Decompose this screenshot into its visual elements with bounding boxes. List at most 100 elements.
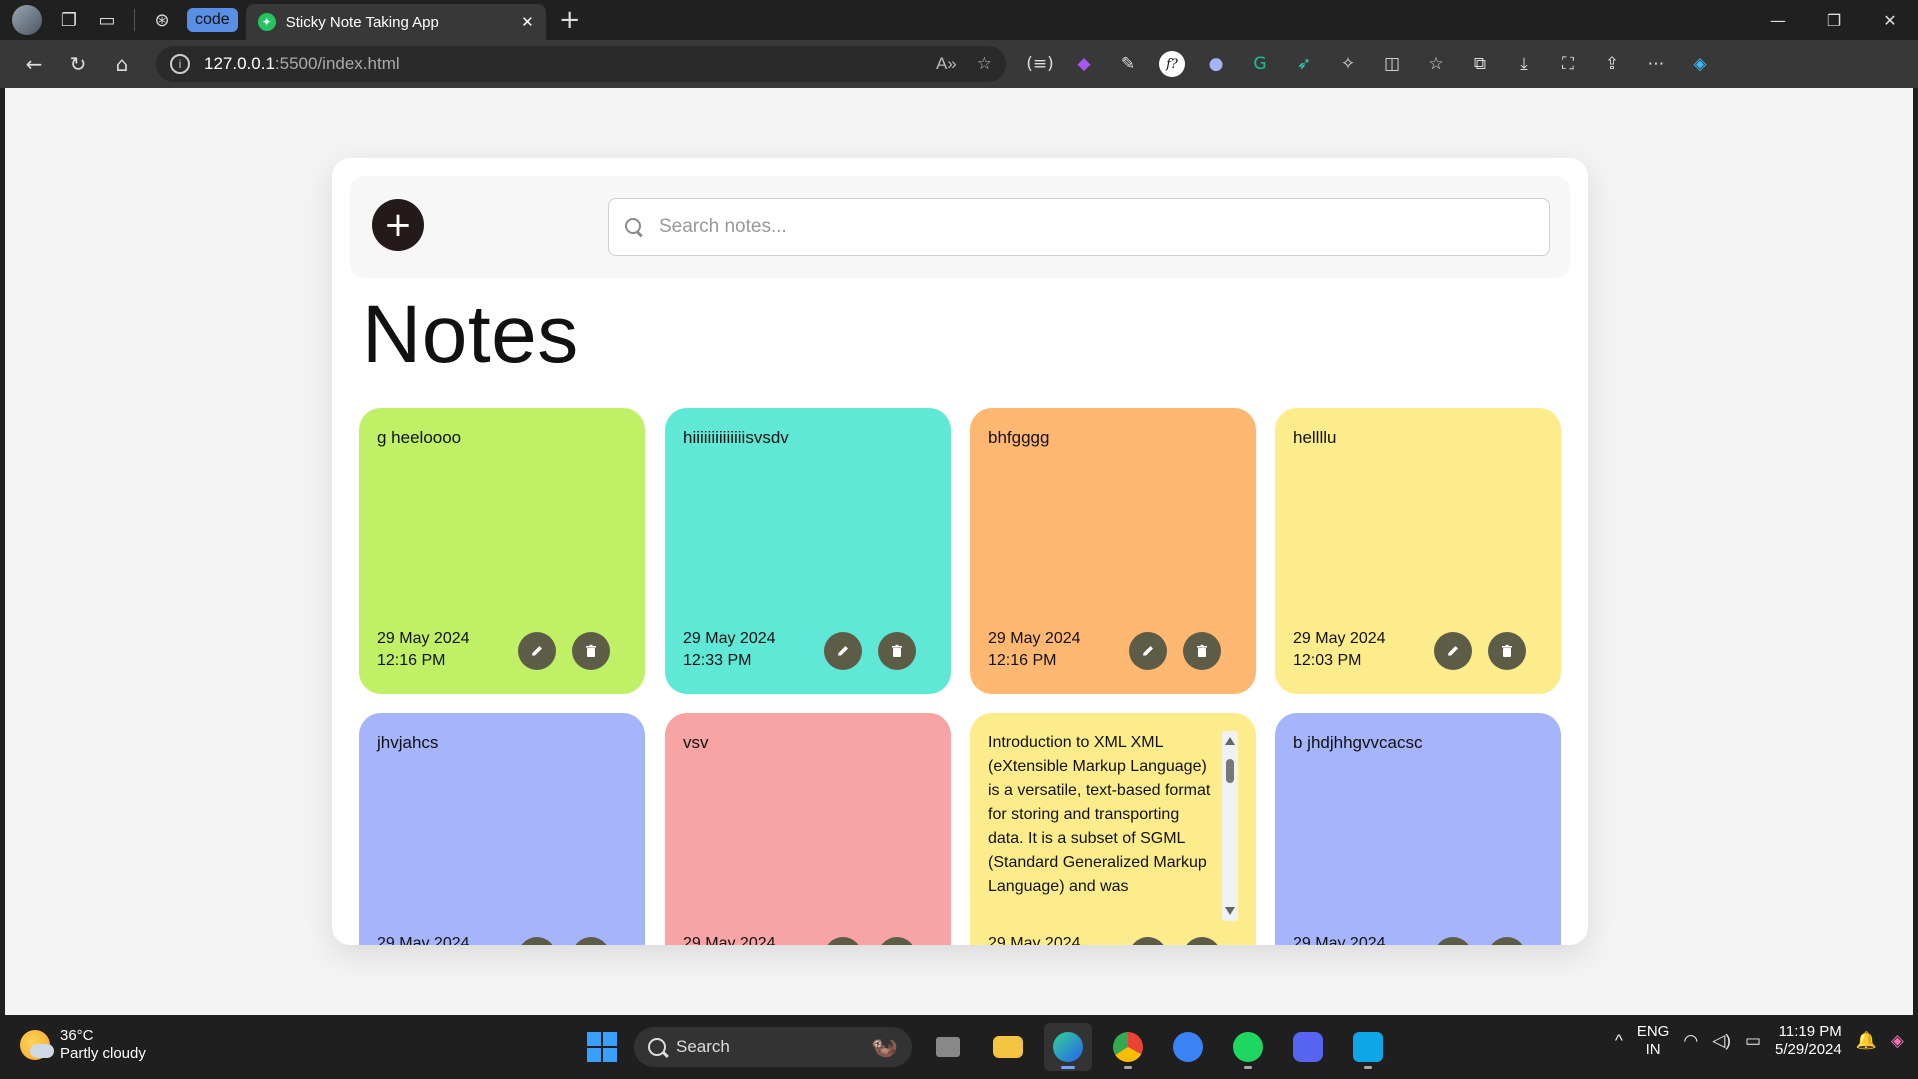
tab-title: Sticky Note Taking App — [285, 13, 439, 31]
copilot-taskbar-icon[interactable]: ◈ — [1891, 1031, 1904, 1051]
extension-2-icon[interactable]: ◆ — [1062, 46, 1106, 82]
windows-start-icon[interactable] — [582, 1027, 622, 1067]
note-card: hiiiiiiiiiiiiiisvsdv 29 May 2024 12:33 PM — [665, 408, 951, 694]
profile-avatar[interactable] — [12, 5, 42, 35]
discord-ext-icon[interactable]: ● — [1194, 46, 1238, 82]
note-text[interactable]: g heeloooo — [377, 426, 627, 450]
note-text[interactable]: jhvjahcs — [377, 731, 627, 755]
chatgpt-tab-icon[interactable]: ⊛ — [143, 1, 181, 39]
bird-ext-icon[interactable]: ➶ — [1282, 46, 1326, 82]
active-tab[interactable]: ✦ Sticky Note Taking App ✕ — [245, 4, 546, 40]
favorites-icon[interactable]: ☆ — [1414, 46, 1458, 82]
delete-note-button[interactable] — [1183, 632, 1221, 670]
search-highlight-icon: 🦦 — [870, 1034, 898, 1059]
delete-note-button[interactable] — [878, 632, 916, 670]
delete-note-button[interactable] — [572, 632, 610, 670]
tab-group-chip[interactable]: code — [187, 8, 238, 32]
edit-note-button[interactable] — [518, 632, 556, 670]
delete-note-button[interactable] — [1183, 937, 1221, 945]
edit-note-button[interactable] — [824, 632, 862, 670]
browser-toolbar: ← ↻ ⌂ i 127.0.0.1:5500/index.html A» ☆ (… — [0, 40, 1918, 88]
close-window-icon[interactable]: ✕ — [1862, 0, 1918, 40]
weather-condition: Partly cloudy — [60, 1045, 146, 1062]
favorite-star-icon[interactable]: ☆ — [977, 54, 992, 74]
search-box — [608, 198, 1550, 256]
address-bar[interactable]: i 127.0.0.1:5500/index.html A» ☆ — [156, 46, 1006, 82]
site-info-icon[interactable]: i — [170, 54, 190, 74]
note-text[interactable]: hiiiiiiiiiiiiiisvsdv — [683, 426, 933, 450]
file-explorer-icon[interactable] — [984, 1023, 1032, 1071]
tab-separator — [134, 9, 135, 31]
screenshot-icon[interactable]: ⛶ — [1546, 46, 1590, 82]
note-timestamp: 29 May 2024 — [683, 935, 776, 945]
chrome-icon[interactable] — [1104, 1023, 1152, 1071]
search-input[interactable] — [659, 216, 1535, 238]
back-icon[interactable]: ← — [12, 46, 56, 82]
home-icon[interactable]: ⌂ — [100, 46, 144, 82]
volume-icon[interactable]: ◁) — [1712, 1031, 1731, 1051]
edit-note-button[interactable] — [518, 937, 556, 945]
grammarly-icon[interactable]: G — [1238, 46, 1282, 82]
read-aloud-icon[interactable]: A» — [936, 54, 957, 74]
spotify-icon[interactable] — [1224, 1023, 1272, 1071]
note-timestamp: 29 May 2024 — [988, 935, 1081, 945]
edge-browser-icon[interactable] — [1044, 1023, 1092, 1071]
note-text[interactable]: hellllu — [1293, 426, 1543, 450]
delete-note-button[interactable] — [1488, 937, 1526, 945]
note-text[interactable]: vsv — [683, 731, 933, 755]
collections-icon[interactable]: ⧉ — [1458, 46, 1502, 82]
edit-note-button[interactable] — [824, 937, 862, 945]
window-controls: — ❐ ✕ — [1750, 0, 1918, 40]
share-icon[interactable]: ⇪ — [1590, 46, 1634, 82]
add-note-button[interactable]: + — [372, 199, 424, 251]
restore-icon[interactable]: ❐ — [1806, 0, 1862, 40]
note-text[interactable]: Introduction to XML XML (eXtensible Mark… — [988, 731, 1218, 921]
more-icon[interactable]: ⋯ — [1634, 46, 1678, 82]
note-scrollbar[interactable] — [1222, 731, 1238, 921]
battery-icon[interactable]: ▭ — [1745, 1031, 1761, 1051]
edit-note-button[interactable] — [1434, 632, 1472, 670]
vscode-icon[interactable] — [1344, 1023, 1392, 1071]
delete-note-button[interactable] — [878, 937, 916, 945]
new-tab-button[interactable]: + — [550, 2, 590, 38]
wifi-icon[interactable]: ◠ — [1683, 1031, 1698, 1051]
minimize-icon[interactable]: — — [1750, 0, 1806, 40]
close-tab-icon[interactable]: ✕ — [521, 13, 534, 31]
trash-icon — [586, 644, 596, 657]
extensions-bar: (≡) ◆ ✎ f? ● G ➶ ✧ ◫ ☆ ⧉ ⤓ ⛶ ⇪ ⋯ ◈ — [1018, 46, 1722, 82]
note-card: g heeloooo 29 May 2024 12:16 PM — [359, 408, 645, 694]
note-card: b jhdjhhgvvcacsc 29 May 2024 — [1275, 713, 1561, 945]
pencil-icon — [532, 646, 542, 656]
delete-note-button[interactable] — [572, 937, 610, 945]
sync-app-icon[interactable] — [1164, 1023, 1212, 1071]
extension-1-icon[interactable]: (≡) — [1018, 46, 1062, 82]
taskbar-apps: Search 🦦 — [582, 1023, 1392, 1071]
edit-note-button[interactable] — [1434, 937, 1472, 945]
copilot-icon[interactable]: ◈ — [1678, 46, 1722, 82]
weather-widget[interactable]: 36°C Partly cloudy — [20, 1027, 146, 1063]
note-text[interactable]: bhfgggg — [988, 426, 1238, 450]
weather-temperature: 36°C — [60, 1027, 94, 1044]
note-text[interactable]: b jhdjhhgvvcacsc — [1293, 731, 1543, 755]
delete-note-button[interactable] — [1488, 632, 1526, 670]
system-clock[interactable]: 11:19 PM 5/29/2024 — [1775, 1023, 1842, 1059]
color-picker-icon[interactable]: ✎ — [1106, 46, 1150, 82]
task-view-icon[interactable] — [924, 1023, 972, 1071]
fx-extension-icon[interactable]: f? — [1150, 46, 1194, 82]
discord-icon[interactable] — [1284, 1023, 1332, 1071]
tab-actions-icon[interactable]: ▭ — [88, 1, 126, 39]
edit-note-button[interactable] — [1129, 632, 1167, 670]
url-host: 127.0.0.1 — [204, 54, 275, 73]
notification-bell-icon[interactable]: 🔔 — [1856, 1031, 1877, 1051]
chevron-up-icon[interactable]: ^ — [1615, 1031, 1623, 1051]
taskbar-search[interactable]: Search 🦦 — [634, 1027, 912, 1067]
search-icon — [648, 1038, 666, 1056]
language-indicator[interactable]: ENG IN — [1637, 1023, 1670, 1059]
downloads-icon[interactable]: ⤓ — [1502, 46, 1546, 82]
refresh-icon[interactable]: ↻ — [56, 46, 100, 82]
workspaces-icon[interactable]: ❐ — [50, 1, 88, 39]
extensions-icon[interactable]: ✧ — [1326, 46, 1370, 82]
split-screen-icon[interactable]: ◫ — [1370, 46, 1414, 82]
app-header: + — [350, 176, 1570, 278]
edit-note-button[interactable] — [1129, 937, 1167, 945]
